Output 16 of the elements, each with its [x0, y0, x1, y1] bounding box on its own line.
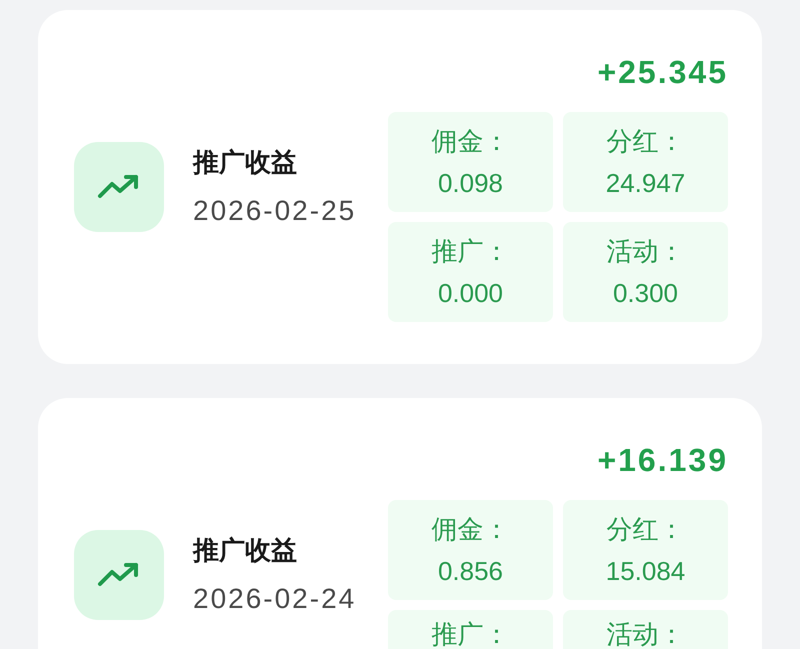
record-date: 2026-02-24 — [193, 582, 356, 616]
amount-text: +16.139 — [597, 441, 728, 480]
breakdown-cell: 分红： 15.084 — [563, 500, 728, 600]
breakdown-cell: 推广： — [388, 610, 553, 649]
breakdown-cell: 佣金： 0.098 — [388, 112, 553, 212]
record-title: 推广收益 — [193, 146, 298, 179]
amount-text: +25.345 — [597, 53, 728, 92]
breakdown-cell: 佣金： 0.856 — [388, 500, 553, 600]
trend-icon — [74, 530, 164, 620]
breakdown-cell: 活动： 0.300 — [563, 222, 728, 322]
breakdown-cell: 分红： 24.947 — [563, 112, 728, 212]
trend-icon — [74, 142, 164, 232]
record-title: 推广收益 — [193, 534, 298, 567]
record-date: 2026-02-25 — [193, 194, 356, 228]
breakdown-cell: 活动： — [563, 610, 728, 649]
breakdown-cell: 推广： 0.000 — [388, 222, 553, 322]
